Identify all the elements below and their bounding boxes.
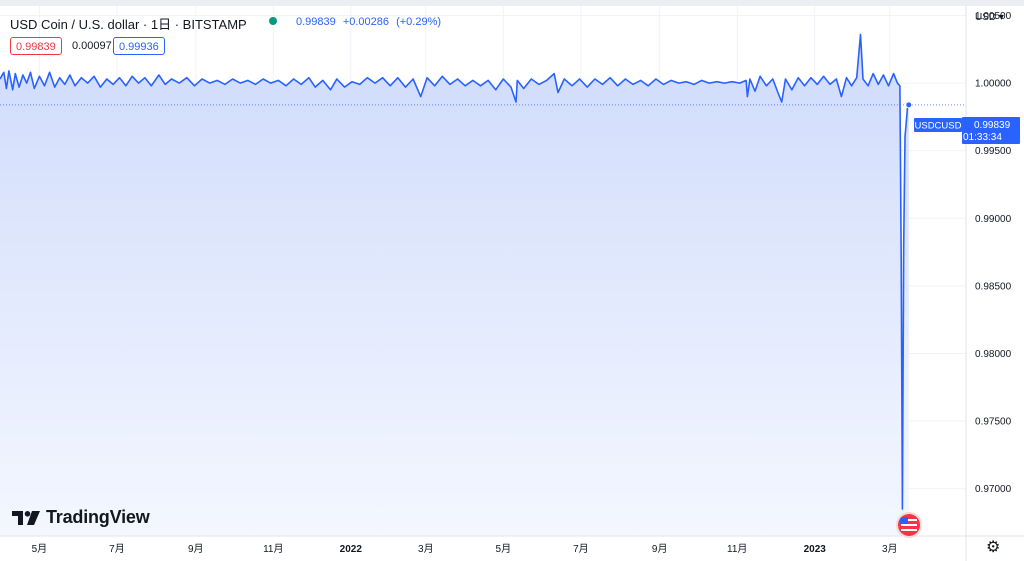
tradingview-logo[interactable]: TradingView (12, 507, 150, 528)
gear-icon[interactable]: ⚙ (986, 540, 1000, 556)
price-chart[interactable]: 1.005001.000000.995000.990000.985000.980… (0, 0, 1024, 561)
market-status-dot (269, 17, 277, 25)
time-tick-label: 2022 (340, 544, 363, 555)
time-tick-label: 3月 (418, 543, 434, 555)
price-tick-label: 1.00000 (975, 79, 1012, 90)
ask-price-button[interactable]: 0.99936 (113, 37, 165, 55)
countdown-text: 01:33:34 (963, 132, 1002, 143)
time-tick-label: 5月 (32, 543, 48, 555)
last-price-text: 0.99839 (974, 120, 1011, 131)
quote-summary: 0.99839 +0.00286 (+0.29%) (296, 16, 445, 28)
bid-price-button[interactable]: 0.99839 (10, 37, 62, 55)
symbol-label-text: USDCUSD (915, 121, 962, 132)
time-tick-label: 3月 (882, 543, 898, 555)
time-tick-label: 11月 (727, 543, 747, 555)
last-price-dot (905, 101, 913, 109)
time-tick-label: 9月 (652, 543, 668, 555)
price-area-fill (0, 34, 909, 537)
last-price: 0.99839 (296, 16, 336, 28)
change-value: +0.00286 (342, 16, 390, 28)
symbol-price-label: USDCUSD 0.99839 01:33:34 (914, 117, 1020, 144)
price-tick-label: 0.98000 (975, 349, 1012, 360)
price-tick-label: 0.97500 (975, 417, 1012, 428)
symbol-title[interactable]: USD Coin / U.S. dollar · 1日 · BITSTAMP (10, 14, 247, 33)
price-tick-label: 0.98500 (975, 281, 1012, 292)
time-tick-label: 11月 (263, 543, 283, 555)
spread-value: 0.00097 (72, 40, 112, 52)
change-percent: (+0.29%) (396, 16, 442, 28)
price-axis[interactable]: 1.005001.000000.995000.990000.985000.980… (975, 11, 1012, 495)
time-tick-label: 7月 (573, 543, 589, 555)
price-tick-label: 0.99500 (975, 146, 1012, 157)
tradingview-logo-icon (12, 510, 40, 525)
price-tick-label: 0.99000 (975, 214, 1012, 225)
brand-name: TradingView (46, 507, 150, 527)
time-tick-label: 2023 (804, 544, 827, 555)
time-axis[interactable]: 5月 7月 9月 11月 2022 3月 5月 7月 9月 11月 2023 3月 (32, 543, 898, 555)
chevron-down-icon: ▾ (996, 12, 1004, 23)
window-top-strip (0, 0, 1024, 6)
us-flag-event-icon[interactable] (898, 514, 920, 536)
currency-selector[interactable]: USD ▾ (975, 12, 1004, 23)
currency-label: USD (975, 12, 997, 23)
time-tick-label: 9月 (188, 543, 204, 555)
time-tick-label: 7月 (109, 543, 125, 555)
time-tick-label: 5月 (496, 543, 512, 555)
price-tick-label: 0.97000 (975, 484, 1012, 495)
